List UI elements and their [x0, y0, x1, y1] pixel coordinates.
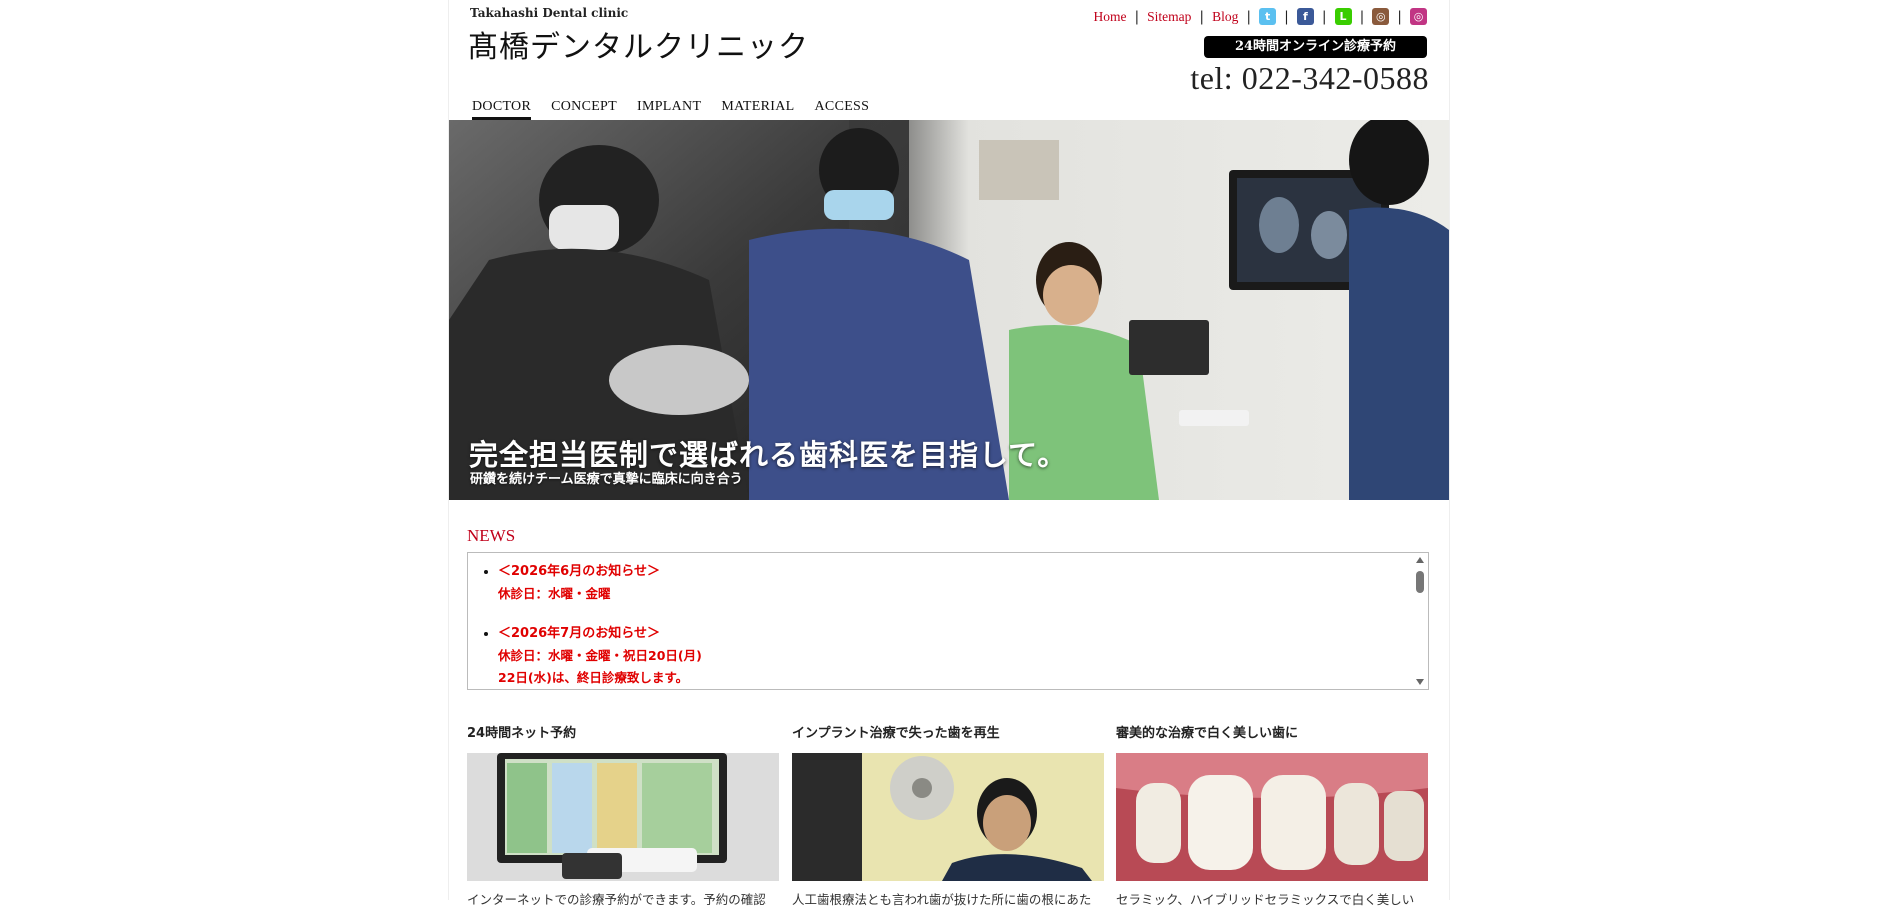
separator: |	[1246, 8, 1252, 25]
site-logo[interactable]: 髙橋デンタルクリニック	[468, 22, 809, 66]
instagram-icon-2[interactable]: ◎	[1410, 8, 1427, 25]
news-item-line: 22日(水)は、終日診療致します。	[498, 670, 689, 685]
facebook-icon[interactable]: f	[1296, 8, 1314, 25]
hero-banner: 完全担当医制で選ばれる歯科医を目指して。 研鑽を続けチーム医療で真摯に臨床に向き…	[449, 120, 1449, 500]
hero-subtitle: 研鑽を続けチーム医療で真摯に臨床に向き合う	[470, 472, 743, 487]
feature-title[interactable]: インプラント治療で失った歯を再生	[792, 722, 1104, 741]
feature-title[interactable]: 24時間ネット予約	[467, 722, 779, 741]
feature-desc: 人工歯根療法とも言われ歯が抜けた所に歯の根にあた	[792, 892, 1092, 907]
news-scrollbar[interactable]	[1412, 553, 1428, 689]
separator: |	[1134, 8, 1140, 25]
home-link[interactable]: Home	[1093, 9, 1126, 25]
nav-access[interactable]: ACCESS	[815, 99, 870, 120]
separator: |	[1199, 8, 1205, 25]
logo-subtitle: Takahashi Dental clinic	[470, 6, 629, 20]
sitemap-link[interactable]: Sitemap	[1147, 9, 1191, 25]
feature-reservation[interactable]: 24時間ネット予約 インターネットでの診療予約ができます。予約の確認	[467, 722, 779, 908]
feature-image-reservation[interactable]	[467, 753, 779, 881]
line-icon[interactable]: L	[1334, 8, 1352, 25]
news-item: ＜2026年7月のお知らせ＞ 休診日：水曜・金曜・祝日20日(月) 22日(水)…	[498, 623, 1428, 689]
feature-implant[interactable]: インプラント治療で失った歯を再生 人工歯根療法とも言われ歯が抜けた所に歯の根にあ…	[792, 722, 1104, 908]
twitter-icon[interactable]: t	[1259, 8, 1277, 25]
feature-desc: セラミック、ハイブリッドセラミックスで白く美しい	[1116, 892, 1415, 907]
news-item-title: ＜2026年7月のお知らせ＞	[498, 626, 660, 641]
online-reserve-button[interactable]: 24時間オンライン診療予約	[1204, 36, 1427, 58]
news-item-line: 休診日：水曜・金曜・祝日20日(月)	[498, 648, 702, 663]
top-links: Home | Sitemap | Blog | t | f | L | ◎ | …	[1093, 8, 1427, 25]
nav-implant[interactable]: IMPLANT	[637, 99, 701, 120]
feature-image-implant[interactable]	[792, 753, 1104, 881]
feature-title[interactable]: 審美的な治療で白く美しい歯に	[1116, 722, 1428, 741]
news-list: ＜2026年6月のお知らせ＞ 休診日：水曜・金曜 ＜2026年7月のお知らせ＞ …	[468, 553, 1428, 689]
feature-aesthetic[interactable]: 審美的な治療で白く美しい歯に セラミック、ハイブリッドセラミックスで白く美しい	[1116, 722, 1428, 908]
instagram-icon[interactable]: ◎	[1372, 8, 1390, 25]
feature-desc: インターネットでの診療予約ができます。予約の確認	[467, 892, 766, 907]
news-item-title: ＜2026年6月のお知らせ＞	[498, 564, 660, 579]
scroll-up-icon[interactable]	[1416, 557, 1424, 563]
separator: |	[1359, 8, 1365, 25]
separator: |	[1397, 8, 1402, 25]
phone-number[interactable]: tel: 022-342-0588	[1190, 60, 1429, 97]
separator: |	[1321, 8, 1327, 25]
news-box[interactable]: ＜2026年6月のお知らせ＞ 休診日：水曜・金曜 ＜2026年7月のお知らせ＞ …	[467, 552, 1429, 690]
feature-image-aesthetic[interactable]	[1116, 753, 1428, 881]
news-heading: NEWS	[467, 526, 516, 545]
main-nav: DOCTOR CONCEPT IMPLANT MATERIAL ACCESS	[472, 99, 869, 120]
scroll-thumb[interactable]	[1416, 571, 1424, 593]
page-container: Takahashi Dental clinic 髙橋デンタルクリニック Home…	[448, 0, 1450, 907]
news-item: ＜2026年6月のお知らせ＞ 休診日：水曜・金曜	[498, 561, 1428, 605]
nav-doctor[interactable]: DOCTOR	[472, 99, 532, 120]
news-item-line: 休診日：水曜・金曜	[498, 586, 611, 601]
separator: |	[1284, 8, 1289, 25]
blog-link[interactable]: Blog	[1212, 9, 1238, 25]
nav-material[interactable]: MATERIAL	[721, 99, 794, 120]
nav-concept[interactable]: CONCEPT	[551, 99, 617, 120]
scroll-down-icon[interactable]	[1416, 679, 1424, 685]
